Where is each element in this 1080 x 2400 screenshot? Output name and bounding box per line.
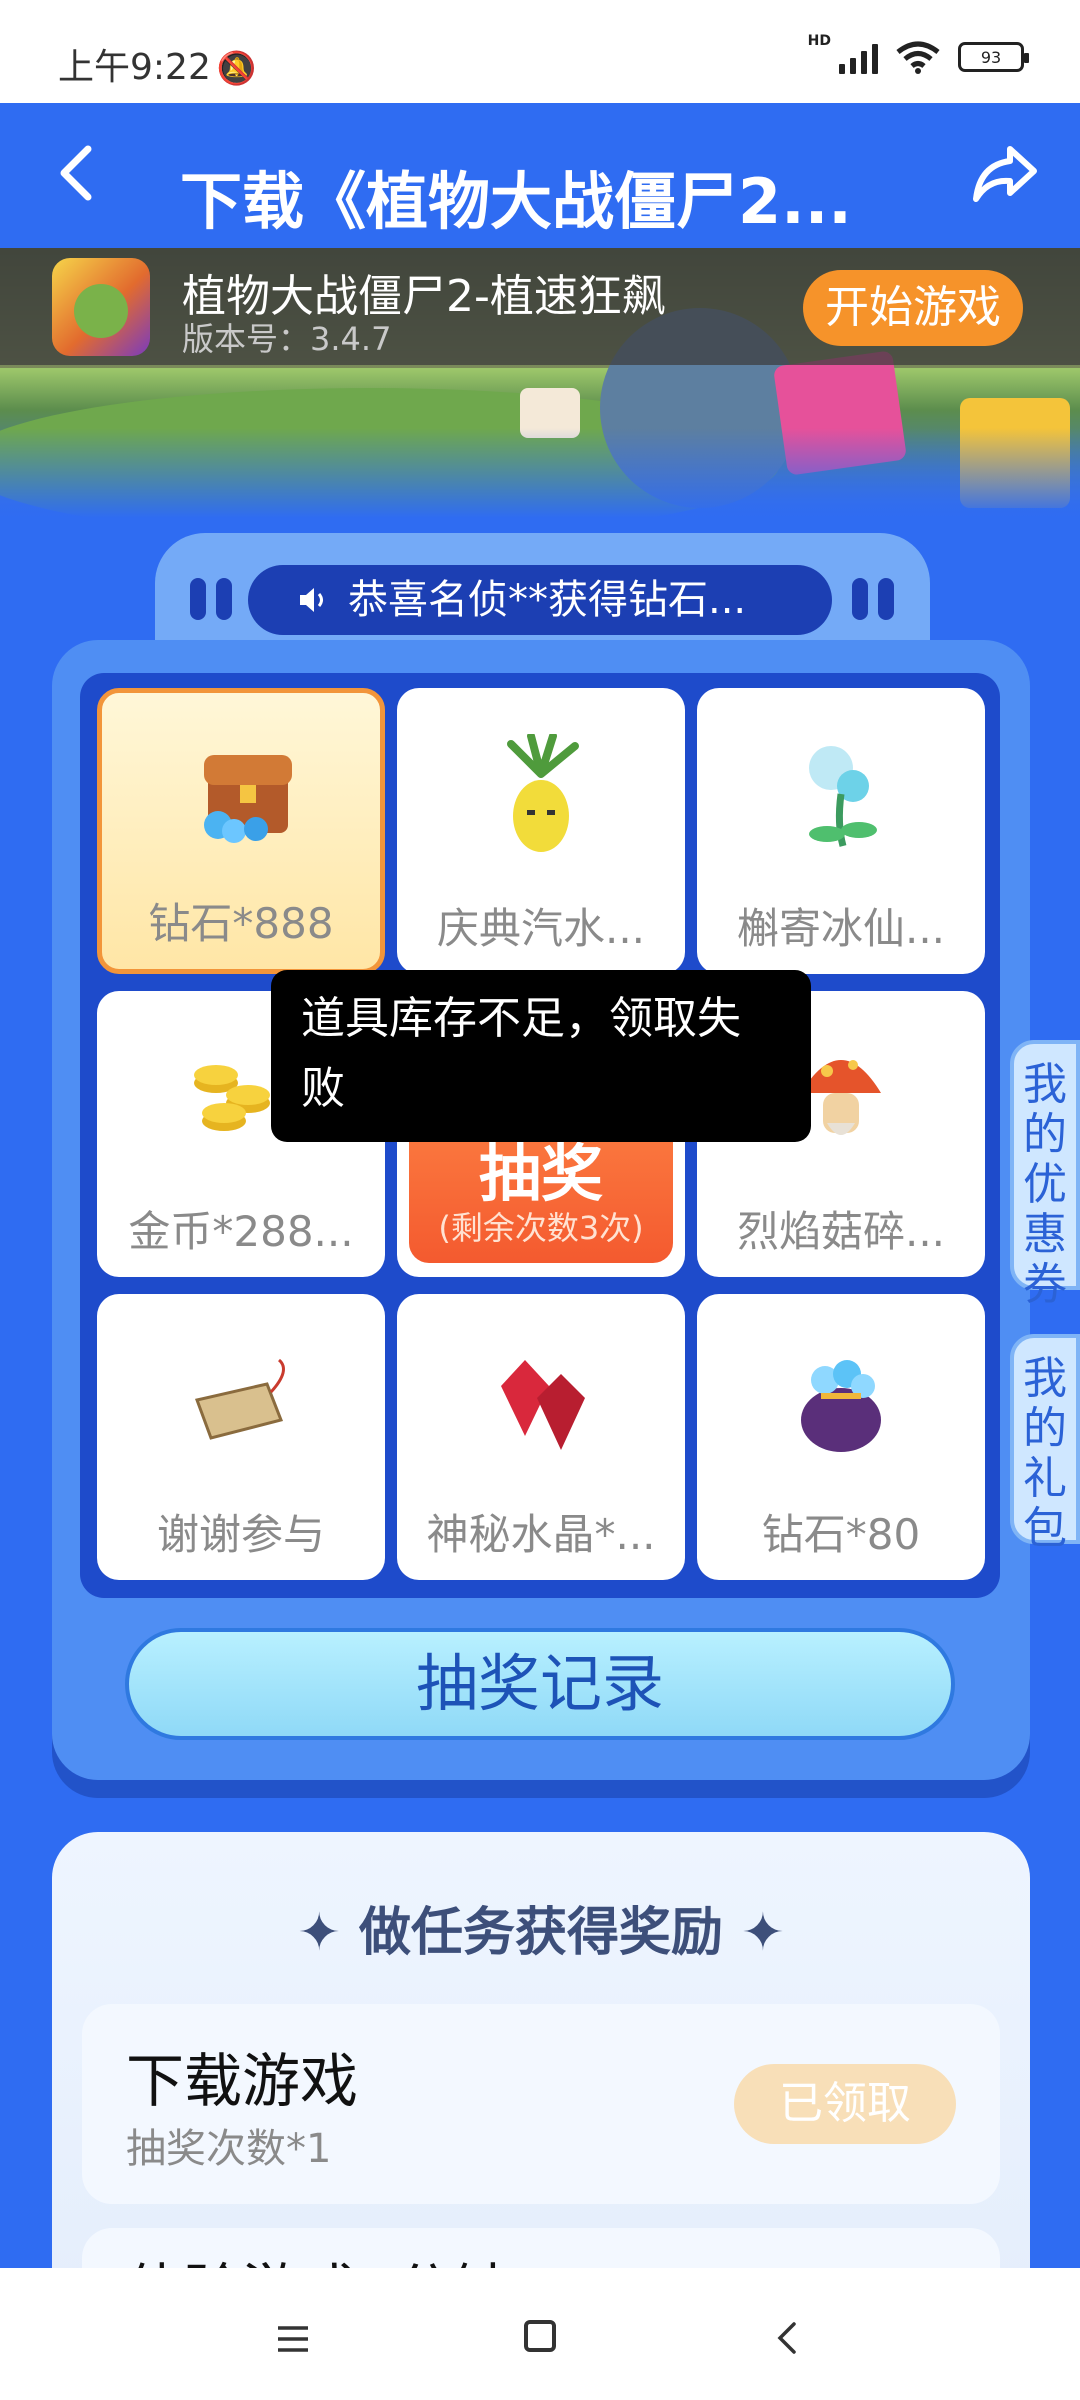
speaker-icon <box>300 588 323 612</box>
marquee-text: 恭喜名侦**获得钻石... <box>348 577 747 623</box>
game-icon <box>52 258 150 356</box>
task-item: 下载游戏 抽奖次数*1 已领取 <box>82 2004 1000 2204</box>
status-icons: HD 93 <box>808 33 1029 74</box>
status-bar: 上午9:22 🔕 HD 93 <box>0 0 1080 103</box>
header: 下载《植物大战僵尸2... <box>0 103 1080 248</box>
banner-fade <box>0 428 1080 518</box>
soda-plant-icon <box>507 734 579 852</box>
my-gifts-tab[interactable]: 我的礼包 <box>1010 1334 1080 1554</box>
prize-label: 槲寄冰仙... <box>736 904 946 953</box>
decor-pill <box>878 578 894 620</box>
decor-pill <box>190 578 206 620</box>
prize-cell: 槲寄冰仙... <box>697 688 985 974</box>
menu-icon[interactable] <box>276 2324 310 2354</box>
prize-cell: 谢谢参与 <box>97 1294 385 1580</box>
prize-cell: 神秘水晶*... <box>397 1294 685 1580</box>
prize-label: 神秘水晶*... <box>426 1510 656 1559</box>
decor-pill <box>852 578 868 620</box>
signal-icon <box>839 40 878 74</box>
share-icon[interactable] <box>970 139 1040 209</box>
diamond-bag-icon <box>801 1360 881 1452</box>
prize-label: 烈焰菇碎... <box>736 1207 946 1256</box>
game-info-bar: 植物大战僵尸2-植速狂飙 版本号：3.4.7 开始游戏 <box>0 248 1080 365</box>
draw-remaining: (剩余次数3次) <box>438 1209 644 1247</box>
home-icon[interactable] <box>524 2320 556 2352</box>
status-time: 上午9:22 🔕 <box>58 38 257 90</box>
prize-label: 金币*288... <box>128 1207 354 1256</box>
prize-label: 钻石*888 <box>148 899 334 948</box>
error-toast: 道具库存不足，领取失败 <box>271 970 811 1142</box>
prize-cell: 钻石*80 <box>697 1294 985 1580</box>
crystal-icon <box>501 1360 585 1450</box>
prize-cell: 钻石*888 <box>97 688 385 974</box>
task-name: 下载游戏 <box>126 2047 359 2115</box>
game-version: 版本号：3.4.7 <box>182 320 392 358</box>
prize-cell: 庆典汽水... <box>397 688 685 974</box>
hd-icon: HD <box>807 33 831 49</box>
battery-level: 93 <box>980 47 1002 67</box>
claimed-button[interactable]: 已领取 <box>734 2064 956 2144</box>
start-game-button[interactable]: 开始游戏 <box>803 270 1023 346</box>
task-panel-title: ✦ 做任务获得奖励 ✦ <box>297 1903 785 1963</box>
decor-pill <box>216 578 232 620</box>
lottery-record-button[interactable]: 抽奖记录 <box>125 1628 955 1740</box>
mute-icon: 🔕 <box>216 49 257 87</box>
my-coupons-tab[interactable]: 我的优惠券 <box>1010 1040 1080 1310</box>
winner-marquee: 恭喜名侦**获得钻石... <box>248 565 832 635</box>
time-text: 上午9:22 <box>58 47 211 88</box>
thanks-tag-icon <box>195 1358 285 1440</box>
game-banner: 植物大战僵尸2-植速狂飙 版本号：3.4.7 开始游戏 <box>0 248 1080 518</box>
prize-label: 庆典汽水... <box>436 904 646 953</box>
ice-flower-icon <box>809 746 877 847</box>
treasure-chest-icon <box>204 755 292 843</box>
prize-label: 谢谢参与 <box>156 1510 325 1559</box>
page-title: 下载《植物大战僵尸2... <box>180 165 852 238</box>
battery-icon: 93 <box>958 42 1029 72</box>
nav-back-icon[interactable] <box>772 2320 802 2356</box>
task-reward: 抽奖次数*1 <box>126 2126 332 2172</box>
back-icon[interactable] <box>52 143 102 203</box>
system-nav-bar <box>0 2268 1080 2400</box>
wifi-icon <box>896 41 940 74</box>
prize-label: 钻石*80 <box>761 1510 921 1559</box>
